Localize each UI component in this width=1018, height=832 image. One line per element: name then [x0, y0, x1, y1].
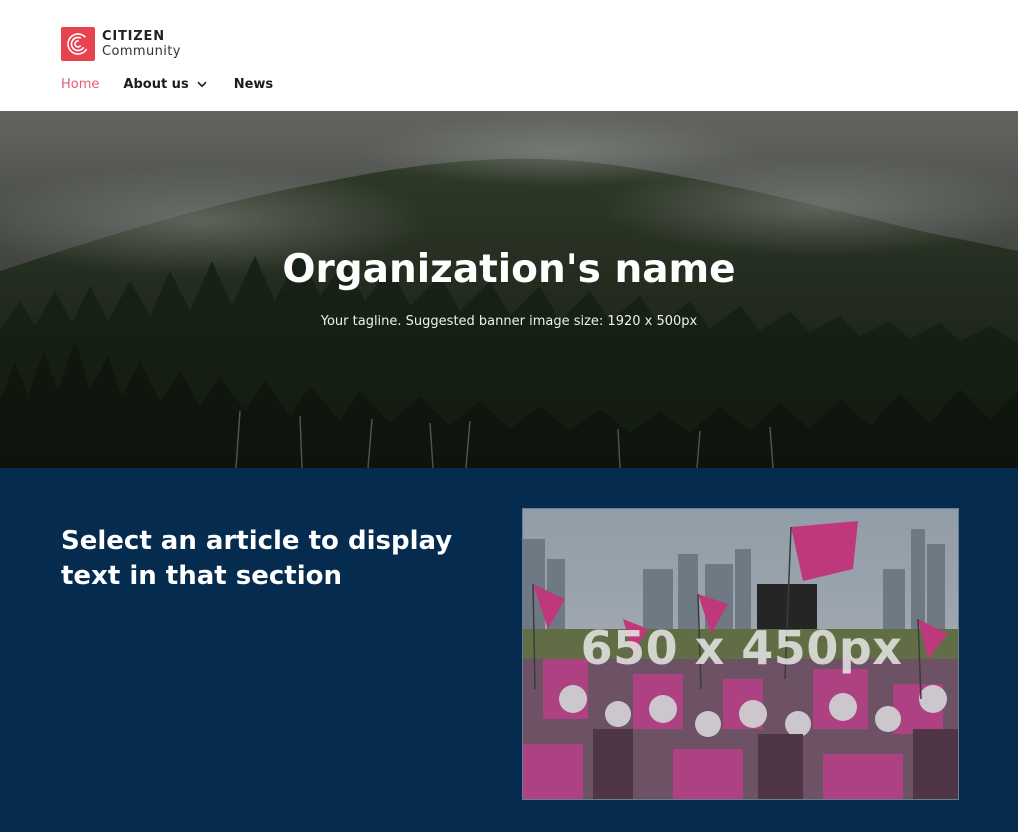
- article-image-placeholder: 650 x 450px: [522, 508, 959, 800]
- organization-tagline: Your tagline. Suggested banner image siz…: [320, 314, 698, 329]
- citizen-logo-icon: [61, 27, 95, 61]
- article-heading: Select an article to display text in tha…: [61, 526, 453, 591]
- nav-item-about-us[interactable]: About us: [123, 76, 207, 92]
- site-header: CITIZEN Community Home About us News: [0, 0, 1018, 111]
- image-size-placeholder-text: 650 x 450px: [580, 621, 903, 675]
- nav-item-label: About us: [123, 76, 189, 92]
- nav-item-news[interactable]: News: [234, 77, 273, 92]
- logo-title: CITIZEN: [102, 29, 165, 44]
- organization-name: Organization's name: [282, 247, 736, 292]
- site-logo[interactable]: CITIZEN Community: [61, 27, 181, 61]
- main-nav: Home About us News: [61, 75, 273, 93]
- logo-subtitle: Community: [102, 44, 181, 59]
- article-section: Select an article to display text in tha…: [0, 468, 1018, 832]
- nav-item-home[interactable]: Home: [61, 77, 99, 92]
- hero-banner: Organization's name Your tagline. Sugges…: [0, 111, 1018, 468]
- chevron-down-icon: [197, 81, 207, 88]
